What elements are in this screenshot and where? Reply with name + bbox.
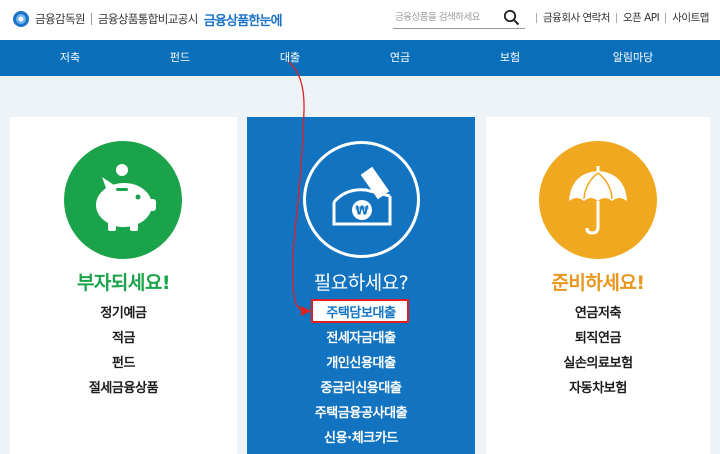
logo-divider [90, 13, 92, 25]
piggy-bank-icon [96, 164, 156, 231]
nav-item-funds[interactable]: 펀드 [155, 40, 205, 76]
pension-insurance-card: 준비하세요! 연금저축 퇴직연금 실손의료보험 자동차보험 [486, 117, 710, 454]
sitemap-link[interactable]: 사이트맵 [672, 10, 709, 25]
link-retirement-pension[interactable]: 퇴직연금 [486, 326, 710, 351]
savings-item-list: 정기예금 적금 펀드 절세금융상품 [10, 301, 237, 401]
link-mortgage-loan[interactable]: 주택담보대출 [247, 301, 475, 326]
util-divider [536, 12, 537, 23]
pension-item-list: 연금저축 퇴직연금 실손의료보험 자동차보험 [486, 301, 710, 401]
loans-item-list: 주택담보대출 전세자금대출 개인신용대출 중금리신용대출 주택금융공사대출 신용… [247, 301, 475, 451]
link-personal-credit-loan[interactable]: 개인신용대출 [247, 351, 475, 376]
top-header: 금융감독원 금융상품통합비교공시 금융상품한눈에 금융회사 연락처 오픈 API… [0, 0, 720, 40]
won-envelope-icon: ₩ [332, 166, 392, 226]
link-installment-savings[interactable]: 적금 [10, 326, 237, 351]
search-bar [393, 7, 525, 29]
link-funds[interactable]: 펀드 [10, 351, 237, 376]
util-divider [615, 12, 617, 23]
nav-item-pension[interactable]: 연금 [375, 40, 425, 76]
savings-icon-circle [64, 141, 182, 259]
link-tax-saving-products[interactable]: 절세금융상품 [10, 376, 237, 401]
nav-item-loans[interactable]: 대출 [265, 40, 315, 76]
fss-logo-icon [13, 11, 29, 27]
link-hf-loan[interactable]: 주택금융공사대출 [247, 401, 475, 426]
svg-text:₩: ₩ [355, 204, 369, 218]
utility-links: 금융회사 연락처 오픈 API 사이트맵 [530, 10, 709, 25]
loans-card-title: 필요하세요? [313, 272, 409, 294]
brand-name: 금융상품한눈에 [203, 13, 283, 29]
nav-item-notices[interactable]: 알림마당 [598, 40, 668, 76]
pension-card-title: 준비하세요! [551, 272, 645, 294]
loans-card: ₩ 필요하세요? 주택담보대출 전세자금대출 개인신용대출 중금리신용대출 주택… [247, 117, 475, 454]
link-credit-check-card[interactable]: 신용·체크카드 [247, 426, 475, 451]
nav-item-insurance[interactable]: 보험 [485, 40, 535, 76]
link-medical-insurance[interactable]: 실손의료보험 [486, 351, 710, 376]
site-name: 금융상품통합비교공시 [97, 12, 198, 26]
link-jeonse-loan[interactable]: 전세자금대출 [247, 326, 475, 351]
search-input[interactable] [393, 12, 501, 23]
util-divider [665, 12, 667, 23]
org-name: 금융감독원 [35, 12, 86, 26]
search-button[interactable] [501, 8, 521, 28]
loans-icon-circle: ₩ [303, 141, 420, 258]
link-time-deposit[interactable]: 정기예금 [10, 301, 237, 326]
site-logo[interactable]: 금융감독원 금융상품통합비교공시 금융상품한눈에 [12, 9, 283, 29]
savings-card-title: 부자되세요! [76, 272, 171, 294]
link-auto-insurance[interactable]: 자동차보험 [486, 376, 710, 401]
link-mid-rate-credit-loan[interactable]: 중금리신용대출 [247, 376, 475, 401]
link-pension-savings[interactable]: 연금저축 [486, 301, 710, 326]
savings-card: 부자되세요! 정기예금 적금 펀드 절세금융상품 [10, 117, 237, 454]
umbrella-icon [569, 166, 627, 235]
main-nav: 저축 펀드 대출 연금 보험 알림마당 [0, 40, 720, 76]
nav-item-savings[interactable]: 저축 [45, 40, 95, 76]
insurance-icon-circle [539, 141, 657, 259]
open-api-link[interactable]: 오픈 API [623, 10, 660, 25]
search-icon [503, 9, 519, 26]
contact-link[interactable]: 금융회사 연락처 [543, 10, 610, 25]
